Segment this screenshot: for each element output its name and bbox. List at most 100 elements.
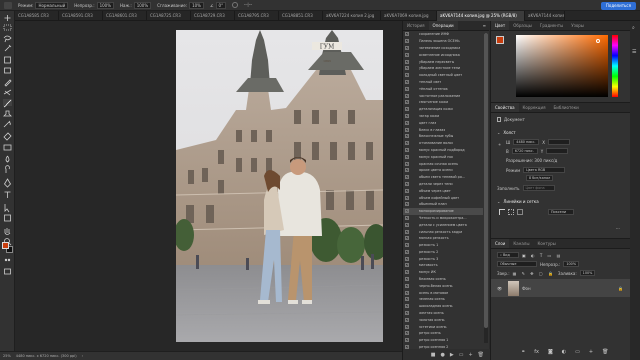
width-field[interactable]: 4480 пикс. (513, 139, 540, 145)
checkmark-icon[interactable]: ✓ (405, 134, 409, 139)
smoothing-field[interactable]: 10% (189, 1, 204, 9)
tab-swatches[interactable]: Образцы (509, 21, 536, 30)
pressure-icon[interactable] (232, 2, 239, 8)
doc-tab[interactable]: CG1A8601.CR3 (103, 11, 147, 21)
checkmark-icon[interactable]: ✓ (405, 154, 409, 159)
action-item[interactable]: ✓ холодный светлый цвет (403, 72, 483, 79)
action-item[interactable]: ✓ объем кофейный цвет (403, 194, 483, 201)
search-icon[interactable]: ⌕ (632, 25, 635, 31)
height-field[interactable]: 6720 пикс. (511, 148, 538, 154)
checkmark-icon[interactable]: ✓ (405, 331, 409, 336)
checkmark-icon[interactable]: ✓ (405, 107, 409, 112)
layer-name[interactable]: Фон (522, 286, 531, 291)
link-icon[interactable]: ⚭ (498, 142, 501, 147)
layer-fill-field[interactable]: 100% (579, 270, 596, 276)
angle-option[interactable]: ∠ 0° (210, 1, 227, 9)
tab-paths[interactable]: Контуры (533, 239, 559, 248)
action-item[interactable]: ✓ золотая осень (403, 316, 483, 323)
guides-icon[interactable] (517, 209, 523, 215)
lock-icon[interactable]: 🔒 (618, 286, 623, 291)
checkmark-icon[interactable]: ✓ (405, 147, 409, 152)
action-item[interactable]: ✓ смягчение кожи (403, 99, 483, 106)
flow-field[interactable]: 100% (133, 1, 152, 9)
group-icon[interactable]: ▭ (575, 349, 580, 355)
color-picker-ring[interactable] (596, 39, 600, 43)
checkmark-icon[interactable]: ✓ (405, 311, 409, 316)
fx-icon[interactable]: fx (534, 349, 539, 355)
action-item[interactable]: ✓ обьемный план (403, 201, 483, 208)
doc-tab[interactable]: CG1A8725.CR3 (147, 11, 191, 21)
flow-option[interactable]: Наж.: 100% (120, 1, 152, 9)
action-item[interactable]: ✓ осветление исходника (403, 51, 483, 58)
action-item[interactable]: ✓ Панель экшена ОСЕНЬ (403, 38, 483, 45)
checkmark-icon[interactable]: ✓ (405, 338, 409, 343)
chevron-down-icon[interactable]: ⌄ (497, 130, 500, 135)
doc-tab[interactable]: aKV6A7224 копия 2.jpg (323, 11, 381, 21)
scrollbar-thumb[interactable] (484, 33, 488, 328)
zoom-readout[interactable]: 25% (3, 354, 11, 358)
checkmark-icon[interactable]: ✓ (405, 283, 409, 288)
action-item[interactable]: ✓ затемнение исходника (403, 45, 483, 52)
checkmark-icon[interactable]: ✓ (405, 270, 409, 275)
tab-adjustments[interactable]: Коррекция (519, 103, 550, 112)
checkmark-icon[interactable]: ✓ (405, 195, 409, 200)
action-item[interactable]: ✓ минус красный подбород (403, 147, 483, 154)
action-item[interactable]: ✓ частотное разложение (403, 92, 483, 99)
checkmark-icon[interactable]: ✓ (405, 52, 409, 57)
action-item[interactable]: ✓ мягкая резкость (403, 235, 483, 242)
document-canvas[interactable]: ГУМ 1893 (176, 30, 383, 342)
checkmark-icon[interactable]: ✓ (405, 100, 409, 105)
tab-gradients[interactable]: Градиенты (536, 21, 567, 30)
action-item[interactable]: ✓ желтая осень (403, 310, 483, 317)
checkmark-icon[interactable]: ✓ (405, 168, 409, 173)
action-item[interactable]: ✓ яркие цвета осени (403, 167, 483, 174)
y-field[interactable] (546, 148, 569, 154)
checkmark-icon[interactable]: ✓ (405, 317, 409, 322)
action-item[interactable]: ✓ резкость 3 (403, 255, 483, 262)
checkmark-icon[interactable]: ✓ (405, 297, 409, 302)
checkmark-icon[interactable]: ✓ (405, 243, 409, 248)
action-item[interactable]: ✓ убираем жесткие тени (403, 65, 483, 72)
checkmark-icon[interactable]: ✓ (405, 249, 409, 254)
checkmark-icon[interactable]: ✓ (405, 59, 409, 64)
eye-icon[interactable]: 👁 (497, 286, 502, 291)
checkmark-icon[interactable]: ✓ (405, 188, 409, 193)
mask-icon[interactable]: ◙ (548, 349, 553, 355)
checkmark-icon[interactable]: ✓ (405, 277, 409, 282)
doc-tab[interactable]: aKV6A7144 копия (525, 11, 565, 21)
action-item[interactable]: ✓ обьем света теневой ро... (403, 174, 483, 181)
action-item[interactable]: ✓ детализация кожи (403, 106, 483, 113)
action-item[interactable]: ✓ бежевая осень (403, 276, 483, 283)
checkmark-icon[interactable]: ✓ (405, 32, 409, 37)
checkmark-icon[interactable]: ✓ (405, 222, 409, 227)
tab-actions[interactable]: Операции (428, 21, 458, 30)
layer-row-background[interactable]: 👁 Фон 🔒 (491, 279, 631, 297)
foreground-color-swatch[interactable] (2, 242, 9, 249)
panel-menu-icon[interactable]: ≡ (483, 21, 489, 30)
checkmark-icon[interactable]: ✓ (405, 202, 409, 207)
checkmark-icon[interactable]: ✓ (405, 127, 409, 132)
new-action-icon[interactable]: + (468, 352, 472, 358)
checkmark-icon[interactable]: ✓ (405, 66, 409, 71)
units-select[interactable]: Пиксели (548, 209, 574, 215)
tab-history[interactable]: История (403, 21, 429, 30)
checkmark-icon[interactable]: ✓ (405, 256, 409, 261)
checkmark-icon[interactable]: ✓ (405, 86, 409, 91)
play-icon[interactable]: ▶ (450, 352, 454, 358)
checkmark-icon[interactable]: ✓ (405, 290, 409, 295)
action-item[interactable]: ✓ минус ИК (403, 269, 483, 276)
record-icon[interactable]: ● (440, 352, 444, 358)
action-item[interactable]: ✓ осень в матовое (403, 289, 483, 296)
action-item[interactable]: ✓ матовость (403, 262, 483, 269)
action-item[interactable]: ✓ Четкость и микроконтра... (403, 215, 483, 222)
move-tool[interactable] (3, 13, 12, 20)
opacity-option[interactable]: Непрозр.: 100% (74, 1, 114, 9)
action-item[interactable]: ✓ эстетики осень (403, 323, 483, 330)
adjustment-layer-icon[interactable]: ◐ (562, 349, 566, 355)
action-item[interactable]: ✓ теплый свет (403, 79, 483, 86)
color-field[interactable] (516, 35, 608, 97)
share-button[interactable]: Поделиться (600, 2, 636, 10)
action-item[interactable]: ✓ минус красный нос (403, 153, 483, 160)
doc-tab[interactable]: CG1A8851.CR3 (279, 11, 323, 21)
checkmark-icon[interactable]: ✓ (405, 236, 409, 241)
